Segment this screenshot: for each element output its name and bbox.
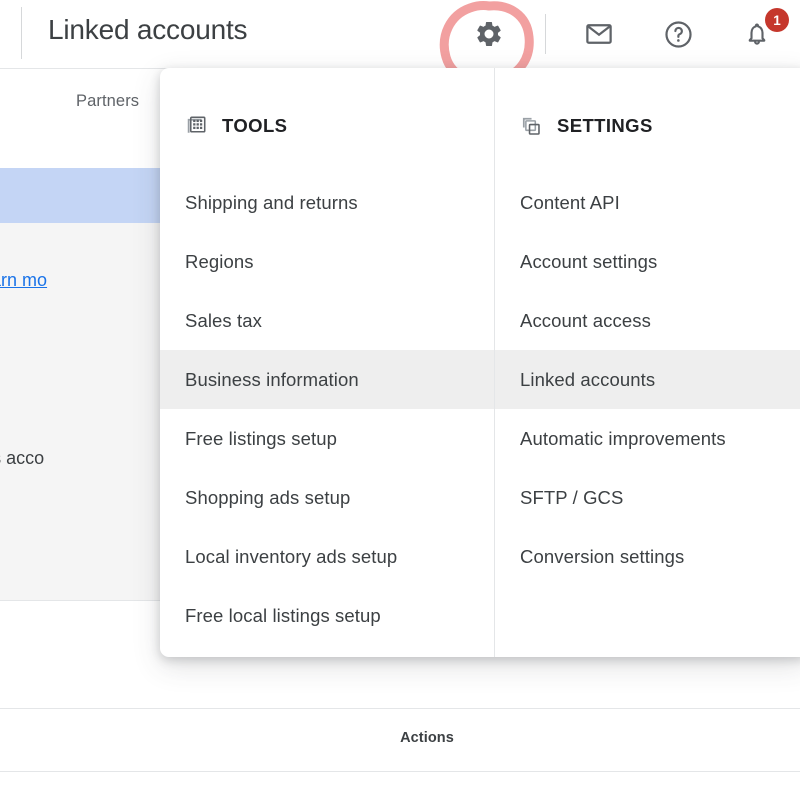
- menu-section-title-tools: TOOLS: [222, 115, 288, 136]
- menu-item-automatic-improvements[interactable]: Automatic improvements: [495, 409, 800, 468]
- menu-list-settings: Content API Account settings Account acc…: [495, 173, 800, 586]
- tab-partners[interactable]: Partners: [76, 92, 139, 111]
- actions-column-header: Actions: [400, 730, 454, 746]
- app-bar: Linked accounts 1: [0, 0, 800, 87]
- menu-item-free-local-listings-setup[interactable]: Free local listings setup: [160, 586, 494, 645]
- layers-copy-icon: [522, 117, 540, 135]
- menu-item-shopping-ads-setup[interactable]: Shopping ads setup: [160, 468, 494, 527]
- messages-button[interactable]: [576, 11, 622, 57]
- menu-column-settings: SETTINGS Content API Account settings Ac…: [495, 68, 800, 657]
- menu-item-account-access[interactable]: Account access: [495, 291, 800, 350]
- appbar-icon-divider: [545, 14, 546, 54]
- menu-item-local-inventory-ads-setup[interactable]: Local inventory ads setup: [160, 527, 494, 586]
- menu-section-header-tools: TOOLS: [185, 114, 287, 138]
- menu-item-sales-tax[interactable]: Sales tax: [160, 291, 494, 350]
- menu-item-content-api[interactable]: Content API: [495, 173, 800, 232]
- learn-more-link[interactable]: Learn mo: [0, 270, 47, 290]
- menu-item-linked-accounts[interactable]: Linked accounts: [495, 350, 800, 409]
- menu-list-tools: Shipping and returns Regions Sales tax B…: [160, 173, 494, 645]
- gear-icon: [474, 19, 504, 49]
- menu-item-business-information[interactable]: Business information: [160, 350, 494, 409]
- menu-item-account-settings[interactable]: Account settings: [495, 232, 800, 291]
- notice-text: ucts. Learn mo: [0, 270, 47, 291]
- menu-column-tools: TOOLS Shipping and returns Regions Sales…: [160, 68, 495, 657]
- appbar-left-divider: [21, 7, 22, 59]
- menu-item-free-listings-setup[interactable]: Free listings setup: [160, 409, 494, 468]
- menu-item-regions[interactable]: Regions: [160, 232, 494, 291]
- notification-badge: 1: [765, 8, 789, 32]
- table-row-text: oogle Ads acco: [0, 448, 45, 468]
- menu-item-sftp-gcs[interactable]: SFTP / GCS: [495, 468, 800, 527]
- page-title: Linked accounts: [48, 14, 248, 45]
- settings-dropdown-menu: TOOLS Shipping and returns Regions Sales…: [160, 68, 800, 657]
- settings-gear-button[interactable]: [466, 11, 512, 57]
- app-root: Partners ucts. Learn mo oogle Ads acco A…: [0, 0, 800, 786]
- menu-section-title-settings: SETTINGS: [557, 115, 653, 136]
- help-icon: [663, 19, 694, 50]
- menu-item-shipping-and-returns[interactable]: Shipping and returns: [160, 173, 494, 232]
- menu-item-conversion-settings[interactable]: Conversion settings: [495, 527, 800, 586]
- notifications-button[interactable]: 1: [734, 8, 789, 57]
- grid-apps-icon: [187, 116, 206, 133]
- menu-section-header-settings: SETTINGS: [520, 114, 653, 138]
- actions-column-header-row: Actions: [0, 708, 800, 772]
- mail-icon: [584, 19, 614, 49]
- help-button[interactable]: [655, 11, 701, 57]
